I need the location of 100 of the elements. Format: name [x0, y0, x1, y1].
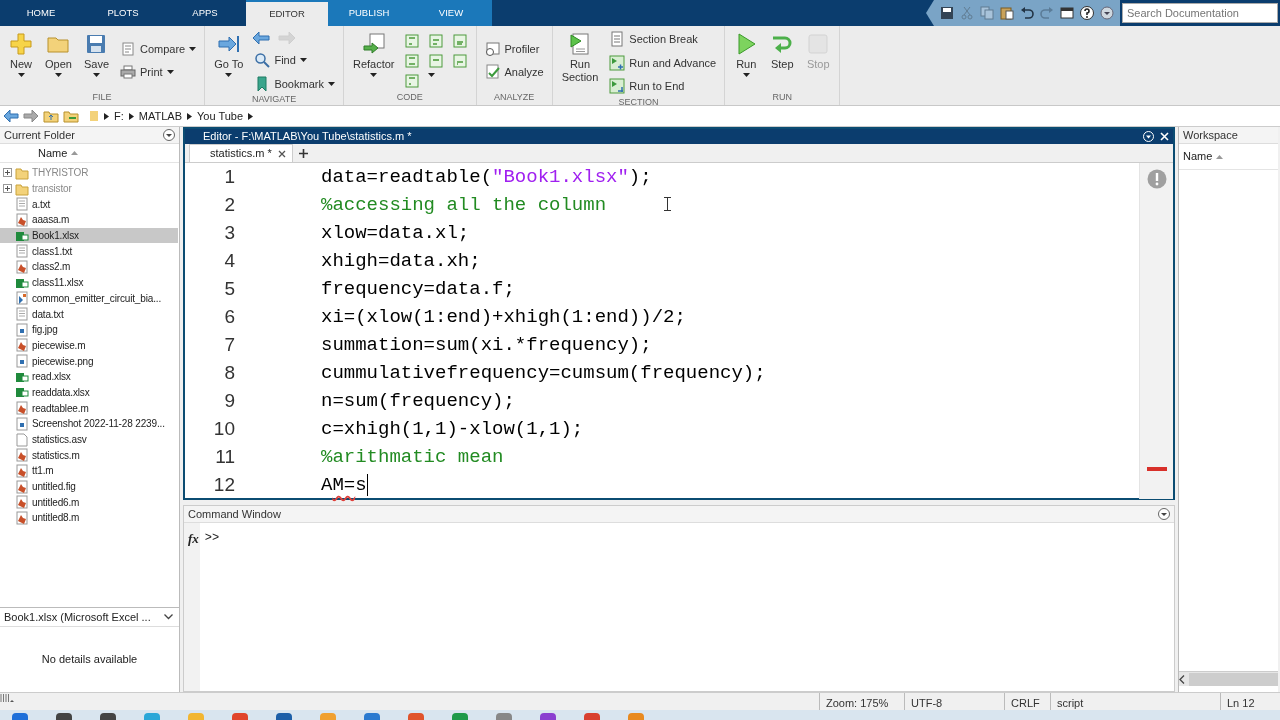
file-row[interactable]: class11.xlsx [0, 274, 178, 291]
file-row[interactable]: a.txt [0, 196, 178, 213]
ribbon-tab[interactable]: PUBLISH [328, 0, 410, 26]
chevron-down-icon[interactable] [164, 614, 173, 620]
toolstrip-button[interactable]: Save [80, 30, 112, 91]
chevron-left-icon [1179, 674, 1185, 684]
toolstrip-button[interactable]: Profiler [482, 39, 546, 58]
toolstrip-button[interactable]: Open [42, 30, 75, 91]
line-number: 8 [223, 360, 235, 385]
toolstrip-button[interactable]: Run to End [607, 77, 719, 96]
file-row[interactable]: untitled.fig [0, 478, 178, 495]
file-row[interactable]: common_emitter_circuit_bia... [0, 290, 178, 307]
file-row[interactable]: tt1.m [0, 463, 178, 479]
expand-icon[interactable] [3, 184, 12, 194]
file-row[interactable]: Screenshot 2022-11-28 2239... [0, 416, 178, 432]
toolstrip-button[interactable]: Go To [211, 30, 247, 93]
code-line: c=xhigh(1,1)-xlow(1,1); [321, 416, 584, 442]
code-tool-icon [451, 32, 468, 49]
folder-icon [15, 165, 29, 180]
column-header[interactable]: Name [1183, 148, 1213, 165]
close-icon[interactable] [277, 149, 286, 158]
ribbon-tab[interactable]: APPS [164, 0, 246, 26]
toolstrip-button[interactable]: Find [252, 51, 337, 70]
image-file-icon [15, 416, 29, 431]
ribbon-tab[interactable]: PLOTS [82, 0, 164, 26]
chevron-icon [128, 112, 134, 120]
file-row[interactable]: statistics.m [0, 447, 178, 464]
toolstrip-button[interactable]: Step [767, 30, 798, 91]
plus-icon [298, 148, 308, 158]
sort-icon [1216, 154, 1224, 159]
column-header[interactable]: Name [38, 144, 68, 162]
horizontal-scrollbar[interactable] [1179, 671, 1278, 686]
panel-title: Book1.xlsx (Microsoft Excel ... [4, 609, 151, 625]
dropdown-icon[interactable] [163, 129, 175, 141]
expand-icon[interactable] [3, 168, 12, 178]
dropdown-icon[interactable] [1158, 508, 1170, 520]
file-row[interactable]: piecewise.png [0, 353, 178, 369]
file-row[interactable]: transistor [0, 180, 178, 197]
file-row[interactable]: readdata.xlsx [0, 384, 178, 401]
toolstrip-button[interactable]: Print [118, 63, 199, 82]
folder-up-icon[interactable] [43, 109, 59, 123]
search-field[interactable]: Search Documentation [1122, 3, 1278, 23]
group-label: CODE [395, 91, 424, 104]
error-marker[interactable] [1146, 467, 1167, 471]
ribbon-tab[interactable]: HOME [0, 0, 82, 26]
file-row[interactable]: fig.jpg [0, 321, 178, 338]
file-row[interactable]: readtablee.m [0, 400, 178, 416]
file-row[interactable]: Book1.xlsx [0, 227, 178, 244]
right-arrow-icon[interactable] [23, 109, 39, 123]
document-lines-icon [609, 31, 626, 48]
printer-icon [120, 64, 136, 81]
toolbar-button[interactable] [1100, 6, 1114, 20]
toolstrip-button[interactable]: Run Section [558, 30, 602, 96]
script-file-icon [15, 463, 29, 478]
file-row[interactable]: piecewise.m [0, 337, 178, 354]
toolstrip-button[interactable]: Section Break [607, 30, 719, 49]
toolbar-button[interactable] [940, 6, 954, 20]
script-file-icon [15, 212, 29, 227]
code-line: summation=sum(xi.*frequency); [321, 332, 652, 358]
left-arrow-icon [252, 30, 271, 46]
file-row[interactable]: data.txt [0, 306, 178, 322]
line-number: 4 [223, 248, 235, 273]
function-browser-button[interactable]: fx [188, 529, 199, 545]
file-row[interactable]: aaasa.m [0, 212, 178, 228]
file-row[interactable]: statistics.asv [0, 431, 178, 448]
code-line: xi=(xlow(1:end)+xhigh(1:end))/2; [321, 304, 686, 330]
panel-title: Command Window [188, 506, 281, 522]
file-row[interactable]: read.xlsx [0, 368, 178, 385]
toolstrip-button[interactable]: Compare [118, 39, 199, 58]
file-row[interactable]: class2.m [0, 259, 178, 275]
toolstrip-button[interactable]: Refactor [349, 30, 398, 91]
toolbar-button[interactable] [1080, 6, 1094, 20]
file-row[interactable]: untitled8.m [0, 510, 178, 526]
ribbon-tab[interactable]: EDITOR [246, 0, 328, 26]
browse-folder-icon[interactable] [63, 109, 79, 123]
caret-icon [225, 72, 233, 77]
path-segment[interactable]: You Tube [197, 107, 244, 125]
left-arrow-icon[interactable] [3, 109, 19, 123]
toolbar-button[interactable] [1060, 6, 1074, 20]
toolstrip-button[interactable]: New [6, 30, 36, 91]
caret-icon [327, 81, 335, 86]
chevron-icon [248, 112, 254, 120]
clock-window-icon [484, 40, 501, 57]
toolstrip-button[interactable]: Bookmark [252, 74, 337, 93]
path-segment[interactable]: MATLAB [138, 107, 182, 125]
ribbon-tab[interactable]: VIEW [410, 0, 492, 26]
caret-icon [189, 46, 197, 51]
file-row[interactable]: THYRISTOR [0, 165, 178, 181]
file-row[interactable]: class1.txt [0, 243, 178, 260]
code-tool-icon [403, 32, 420, 49]
file-row[interactable]: untitled6.m [0, 494, 178, 511]
line-number: 7 [223, 332, 235, 357]
toolstrip-button[interactable]: Analyze [482, 63, 546, 82]
group-label: FILE [91, 91, 113, 104]
line-number: 2 [223, 192, 235, 217]
code-line: AM=s [321, 472, 367, 498]
toolstrip-button[interactable]: Run and Advance [607, 53, 719, 72]
toolstrip-button[interactable]: Run [731, 30, 762, 91]
path-segment[interactable]: F: [114, 107, 124, 125]
file-tab[interactable]: statistics.m * [189, 144, 293, 162]
